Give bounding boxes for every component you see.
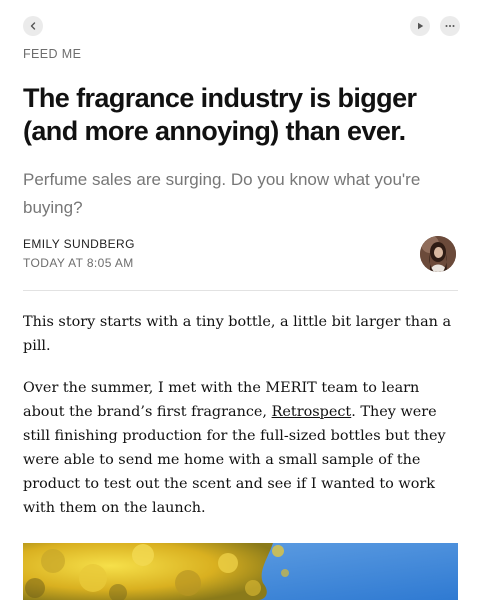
hero-image	[23, 543, 458, 600]
chevron-left-icon	[30, 22, 36, 30]
top-bar	[0, 0, 480, 50]
author-name[interactable]: EMILY SUNDBERG	[23, 237, 135, 251]
paragraph-2-text-after: . They were still finishing production f…	[23, 404, 446, 516]
play-icon	[418, 22, 424, 30]
back-button[interactable]	[23, 16, 43, 36]
paragraph-2: Over the summer, I met with the MERIT te…	[23, 376, 458, 520]
ellipsis-icon	[445, 25, 455, 27]
paragraph-1: This story starts with a tiny bottle, a …	[23, 314, 452, 354]
article-title: The fragrance industry is bigger (and mo…	[23, 83, 417, 146]
publication-name[interactable]: FEED ME	[23, 47, 81, 61]
author-photo	[420, 236, 456, 272]
header-divider	[23, 290, 458, 291]
publish-date: TODAY AT 8:05 AM	[23, 256, 134, 270]
article-subtitle: Perfume sales are surging. Do you know w…	[23, 170, 421, 217]
foliage-sky-photo	[23, 543, 458, 600]
retrospect-link[interactable]: Retrospect	[272, 404, 352, 420]
play-button[interactable]	[410, 16, 430, 36]
article-body: This story starts with a tiny bottle, a …	[23, 310, 458, 538]
more-button[interactable]	[440, 16, 460, 36]
avatar[interactable]	[420, 236, 456, 272]
